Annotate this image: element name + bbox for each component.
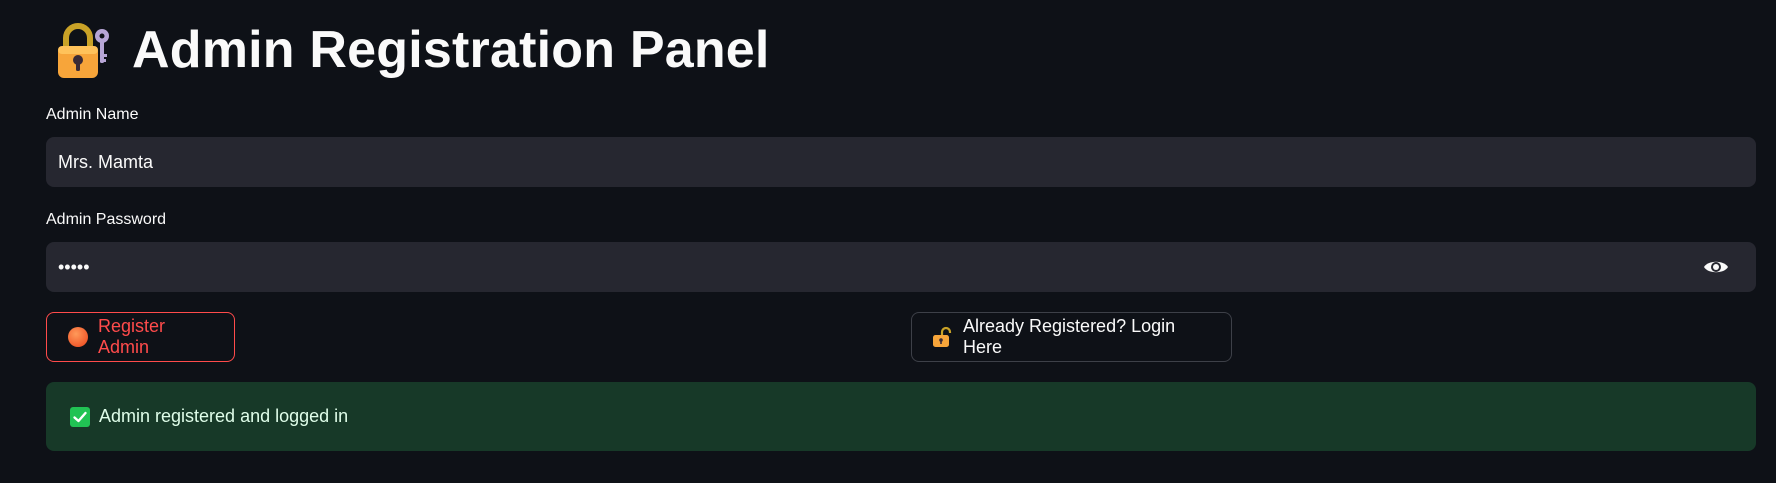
- admin-password-label: Admin Password: [46, 211, 167, 228]
- register-admin-label: Register Admin: [98, 316, 166, 357]
- success-message: Admin registered and logged in: [99, 406, 349, 426]
- unlocked-padlock-icon: [932, 326, 954, 348]
- register-admin-button[interactable]: Register Admin: [46, 312, 235, 362]
- admin-password-input[interactable]: •••••: [46, 242, 1756, 292]
- app-page: Admin Registration Panel Admin Name Mrs.…: [0, 0, 1776, 483]
- admin-name-value: Mrs. Mamta: [58, 151, 154, 172]
- check-mark-icon: [70, 406, 90, 427]
- login-here-button[interactable]: Already Registered? Login Here: [911, 312, 1232, 362]
- login-here-label: Already Registered? Login Here: [963, 316, 1176, 357]
- orange-circle-icon: [67, 326, 89, 348]
- success-alert: Admin registered and logged in: [46, 382, 1756, 451]
- page-header: Admin Registration Panel: [54, 18, 770, 82]
- page-title: Admin Registration Panel: [132, 21, 770, 79]
- lock-with-key-icon: [54, 20, 112, 80]
- admin-name-label: Admin Name: [46, 106, 139, 123]
- eye-icon[interactable]: [1702, 257, 1730, 277]
- admin-name-input[interactable]: Mrs. Mamta: [46, 137, 1756, 187]
- admin-password-value: •••••: [58, 256, 90, 277]
